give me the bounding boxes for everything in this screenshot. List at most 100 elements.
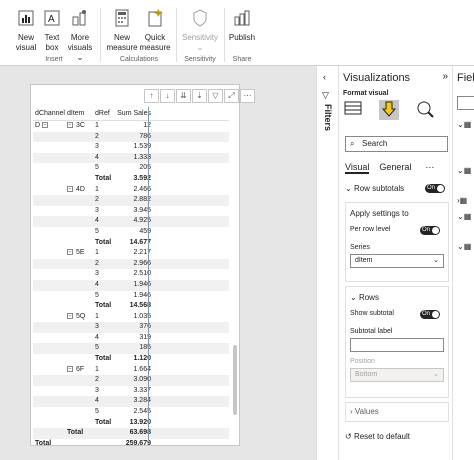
row-dref: 3 [95,323,99,331]
analytics-icon[interactable] [415,100,435,120]
share-group-label: Share [232,56,252,63]
row-dchannel-cell: D − [35,121,51,132]
drill-up-icon[interactable]: ↑ [144,89,159,103]
table-row: 3 376 [33,322,229,333]
visualizations-title: Visualizations [343,72,411,84]
collapse-icon[interactable]: − [67,185,73,192]
row-sum-sales: 1.539 [133,143,151,151]
drill-down-icon[interactable]: ↓ [160,89,175,103]
format-visual-icon[interactable] [379,100,399,120]
fields-search-input[interactable] [457,96,474,110]
collapse-icon[interactable]: − [67,122,73,129]
filters-label: Filters [323,104,333,132]
table-row: 2 2.882 [33,195,229,206]
per-row-level-toggle[interactable]: On [420,226,440,235]
matrix-visual[interactable]: ↑ ↓ ⇊ ⇣ ▽ ⤢ ⋯ dChannel dItem dRef Sum Sa… [30,84,255,449]
insert-group-label: Insert [45,56,63,63]
rows-section[interactable]: ⌄ Rows [350,293,444,302]
quick-measure-button[interactable]: Quick measure [138,8,172,53]
visual-toolbar: ↑ ↓ ⇊ ⇣ ▽ ⤢ ⋯ [144,89,255,103]
table-icon[interactable]: ⌄▦ [457,120,471,129]
tab-visual[interactable]: Visual [345,162,370,174]
table-icon[interactable]: ⌄▦ [457,242,471,251]
subtotal-label-input[interactable] [350,338,444,352]
table-row: 3 3.945 [33,206,229,217]
focus-mode-icon[interactable]: ⤢ [224,89,239,103]
new-measure-button[interactable]: New measure [106,8,138,53]
row-dref: 4 [95,333,99,341]
row-sum-sales: 3.945 [133,206,151,214]
more-visuals-button[interactable]: More visuals ⌄ [64,8,96,63]
series-dropdown[interactable]: dItem ⌄ [350,254,444,268]
publish-button[interactable]: Publish [228,8,256,43]
header-dref[interactable]: dRef [95,107,110,121]
table-row: 5 1.946 [33,291,229,302]
new-visual-button[interactable]: New visual [12,8,40,53]
row-subtotals-header[interactable]: ⌄ Row subtotals On [345,184,449,196]
table-row: 5 2.545 [33,407,229,418]
vertical-scrollbar[interactable] [233,345,237,415]
per-row-level-row: Per row level On [350,226,444,238]
sensitivity-button[interactable]: Sensitivity ⌄ [180,8,220,53]
table-row: 3 3.337 [33,386,229,397]
row-subtotals-toggle[interactable]: On [425,184,445,193]
more-options-icon[interactable]: ⋯ [240,89,255,103]
text-box-button[interactable]: A Text box [40,8,64,53]
row-sum-sales: 2.217 [133,249,151,257]
row-ditem: 4D [76,185,85,193]
filter-icon[interactable]: ▽ [208,89,223,103]
table-row: Total 14.677 [33,238,229,249]
tab-general[interactable]: General [379,162,411,174]
values-section[interactable]: › Values [345,402,449,422]
row-dref: Total [95,418,112,426]
table-row: 2 786 [33,131,229,143]
row-dchannel: Total [35,439,52,447]
row-sum-sales: 13.920 [129,418,151,426]
svg-text:A: A [48,14,55,25]
row-ditem: 5E [76,249,85,257]
show-subtotal-toggle[interactable]: On [420,310,440,319]
collapse-icon[interactable]: ‹ [323,72,326,82]
table-row: 4 4.925 [33,216,229,227]
build-visual-icon[interactable] [343,100,363,120]
row-dref: 4 [95,397,99,405]
collapse-icon[interactable]: − [67,365,73,372]
header-sum-sales[interactable]: Sum Sales [117,107,151,121]
collapse-icon[interactable]: − [42,122,49,129]
table-row: Total 14.568 [33,301,229,312]
search-input[interactable]: ⌕ Search [345,136,448,152]
row-ditem-cell: −4D [67,185,85,196]
sensitivity-group-label: Sensitivity [184,56,216,63]
filters-pane-collapsed[interactable]: ‹ ▽ Filters [316,66,338,460]
header-ditem[interactable]: dItem [67,107,85,121]
table-row: −6F 1 1.664 [33,365,229,376]
table-icon[interactable]: ⌄▦ [457,166,471,175]
collapse-pane-icon[interactable]: » [442,71,448,82]
more-visuals-icon [72,10,86,26]
table-icon[interactable]: ⌄▦ [457,212,471,221]
expand-all-icon[interactable]: ⇣ [192,89,207,103]
apply-settings-card: Apply settings to Per row level On Serie… [345,202,449,282]
reset-to-default-link[interactable]: ↺ Reset to default [345,432,410,441]
table-row: 4 1.333 [33,152,229,164]
row-dref: 1 [95,312,99,320]
position-dropdown[interactable]: Bottom ⌄ [350,368,444,382]
matrix-body: D −−3C112278631.53941.3335205Total3.592−… [33,121,229,449]
row-sum-sales: 459 [139,227,151,235]
table-row: 4 1.946 [33,279,229,291]
table-icon[interactable]: ›▦ [457,196,467,205]
report-canvas: ↑ ↓ ⇊ ⇣ ▽ ⤢ ⋯ dChannel dItem dRef Sum Sa… [0,66,316,460]
expand-next-level-icon[interactable]: ⇊ [176,89,191,103]
row-dref: 5 [95,344,99,352]
row-ditem: 5Q [76,312,86,320]
rows-card: ⌄ Rows Show subtotal On Subtotal label P… [345,286,449,398]
row-dref: 3 [95,206,99,214]
collapse-icon[interactable]: − [67,312,73,319]
header-dchannel[interactable]: dChannel [35,107,65,121]
more-options-icon[interactable]: ⋯ [425,162,434,174]
row-dref: 5 [95,408,99,416]
ribbon: New visual A Text box More visuals ⌄ Insert… [0,0,474,66]
collapse-icon[interactable]: − [67,249,73,256]
row-ditem: 6F [76,365,85,373]
new-visual-icon [18,10,34,26]
